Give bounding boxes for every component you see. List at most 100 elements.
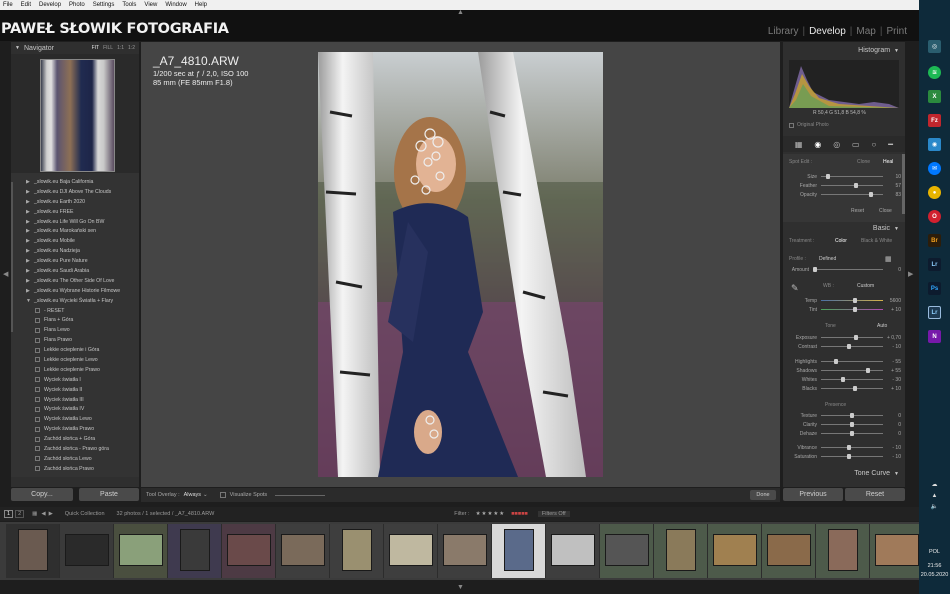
- auto-tone-button[interactable]: Auto: [877, 323, 887, 329]
- filmstrip-cell[interactable]: [222, 524, 276, 578]
- module-map[interactable]: Map: [856, 26, 875, 37]
- filmstrip-cell[interactable]: [600, 524, 654, 578]
- filmstrip-cell[interactable]: [168, 524, 222, 578]
- wb-select[interactable]: Custom: [857, 283, 874, 289]
- filmstrip-thumbnail[interactable]: [281, 534, 325, 566]
- preset-item[interactable]: Lekkie ocieplenie Prawo: [11, 365, 139, 375]
- preset-folder[interactable]: ▶ _slowik.eu The Other Side Of Love: [11, 276, 139, 286]
- paste-button[interactable]: Paste: [79, 488, 139, 501]
- bridge-icon[interactable]: Br: [928, 234, 941, 247]
- filmstrip-cell[interactable]: [276, 524, 330, 578]
- filmstrip-cell[interactable]: [762, 524, 816, 578]
- zoom-option-1-2[interactable]: 1:2: [128, 45, 135, 51]
- zoom-option-fill[interactable]: FILL: [103, 45, 113, 51]
- network-icon[interactable]: ▲: [928, 491, 941, 502]
- radial-filter-icon[interactable]: ○: [871, 140, 876, 149]
- tool-overlay-select[interactable]: Always: [184, 492, 201, 498]
- filmstrip-cell[interactable]: [384, 524, 438, 578]
- exposure-slider[interactable]: [821, 335, 883, 340]
- module-print[interactable]: Print: [886, 26, 907, 37]
- preset-item[interactable]: Wyciek światła I: [11, 375, 139, 385]
- profile-select[interactable]: Defined: [819, 256, 836, 262]
- filmstrip-cell[interactable]: [708, 524, 762, 578]
- whites-thumb[interactable]: [841, 377, 846, 382]
- done-button[interactable]: Done: [750, 490, 776, 500]
- filmstrip-cell[interactable]: [546, 524, 600, 578]
- graduated-filter-icon[interactable]: ▭: [852, 140, 860, 149]
- filmstrip-thumbnail[interactable]: [65, 534, 109, 566]
- preset-item[interactable]: Wyciek światła III: [11, 395, 139, 405]
- spot-close-button[interactable]: Close: [879, 208, 892, 214]
- preset-folder[interactable]: ▶ _slowik.eu FREE: [11, 207, 139, 217]
- excel-icon[interactable]: X: [928, 90, 941, 103]
- tint-slider[interactable]: [821, 307, 883, 312]
- filmstrip-cell[interactable]: [114, 524, 168, 578]
- collapse-left-icon[interactable]: ◀: [3, 270, 8, 278]
- preset-folder[interactable]: ▶ _slowik.eu Life Will Go On BW: [11, 217, 139, 227]
- chrome-icon[interactable]: ●: [928, 186, 941, 199]
- exposure-thumb[interactable]: [854, 335, 859, 340]
- cloud-icon[interactable]: ☁: [928, 480, 941, 491]
- menu-item-tools[interactable]: Tools: [122, 2, 136, 8]
- tint-thumb[interactable]: [852, 307, 857, 312]
- menu-item-develop[interactable]: Develop: [39, 2, 61, 8]
- filmstrip-cell[interactable]: [816, 524, 870, 578]
- preset-folder[interactable]: ▶ _slowik.eu Saudi Arabia: [11, 266, 139, 276]
- preset-folder[interactable]: ▶ _slowik.eu Baja California: [11, 177, 139, 187]
- preset-item[interactable]: Wyciek światła Prawo: [11, 424, 139, 434]
- preset-folder[interactable]: ▶ _slowik.eu Pure Nature: [11, 256, 139, 266]
- temp-thumb[interactable]: [852, 298, 857, 303]
- shadows-slider[interactable]: [821, 368, 883, 373]
- treatment-bw-button[interactable]: Black & White: [861, 238, 892, 244]
- preset-item[interactable]: - RESET: [11, 306, 139, 316]
- lightroom-classic-icon[interactable]: Lr: [928, 258, 941, 271]
- page-1-button[interactable]: 1: [4, 510, 14, 518]
- preset-folder[interactable]: ▶ _slowik.eu Wybrane Historie Filmowe: [11, 286, 139, 296]
- module-develop[interactable]: Develop: [809, 26, 846, 37]
- clone-mode-button[interactable]: Clone: [857, 159, 870, 165]
- shadows-thumb[interactable]: [866, 368, 871, 373]
- menu-item-window[interactable]: Window: [165, 2, 186, 8]
- filmstrip-thumbnail[interactable]: [180, 529, 210, 571]
- filmstrip-thumbnail[interactable]: [767, 534, 811, 566]
- original-photo-toggle[interactable]: Original Photo: [789, 122, 829, 128]
- spotify-icon[interactable]: ≋: [928, 66, 941, 79]
- spot-reset-button[interactable]: Reset: [851, 208, 864, 214]
- crop-tool-icon[interactable]: ▦: [795, 140, 803, 149]
- preset-item[interactable]: Wyciek światła Lewo: [11, 414, 139, 424]
- spot-feather-slider[interactable]: [821, 183, 883, 188]
- camera-app-icon[interactable]: ◉: [928, 138, 941, 151]
- contrast-slider[interactable]: [821, 344, 883, 349]
- messenger-icon[interactable]: ✉: [928, 162, 941, 175]
- saturation-slider[interactable]: [821, 454, 883, 459]
- reset-button[interactable]: Reset: [845, 488, 905, 501]
- visualize-spots-slider[interactable]: [275, 494, 326, 496]
- language-indicator[interactable]: POL: [919, 548, 950, 556]
- copy-button[interactable]: Copy...: [11, 488, 73, 501]
- collapse-top-icon[interactable]: ▲: [457, 9, 464, 16]
- preset-folder[interactable]: ▶ _slowik.eu Earth 2020: [11, 197, 139, 207]
- preset-item[interactable]: Lekkie ocieplenie Lewo: [11, 355, 139, 365]
- preset-item[interactable]: Wyciek światła IV: [11, 404, 139, 414]
- preset-item[interactable]: Zachód słońca - Prawo góra: [11, 444, 139, 454]
- filmstrip-cell[interactable]: [330, 524, 384, 578]
- spot-opacity-slider[interactable]: [821, 192, 883, 197]
- clarity-thumb[interactable]: [850, 422, 854, 427]
- module-library[interactable]: Library: [768, 26, 799, 37]
- main-photo[interactable]: [318, 52, 603, 477]
- texture-slider[interactable]: [821, 413, 883, 418]
- preset-folder[interactable]: ▶ _slowik.eu Marokański sen: [11, 226, 139, 236]
- menu-item-edit[interactable]: Edit: [21, 2, 31, 8]
- filmstrip-cell[interactable]: [492, 524, 546, 578]
- clarity-slider[interactable]: [821, 422, 883, 427]
- onenote-icon[interactable]: N: [928, 330, 941, 343]
- menu-item-file[interactable]: File: [3, 2, 13, 8]
- presets-scrollbar[interactable]: [11, 182, 13, 332]
- preset-item[interactable]: Flara Prawo: [11, 335, 139, 345]
- filezilla-icon[interactable]: Fz: [928, 114, 941, 127]
- right-panel-scrollbar[interactable]: [902, 154, 905, 214]
- collapse-right-icon[interactable]: ▶: [908, 270, 913, 278]
- basic-header[interactable]: Basic ▼: [783, 223, 905, 234]
- highlights-slider[interactable]: [821, 359, 883, 364]
- dehaze-thumb[interactable]: [850, 431, 854, 436]
